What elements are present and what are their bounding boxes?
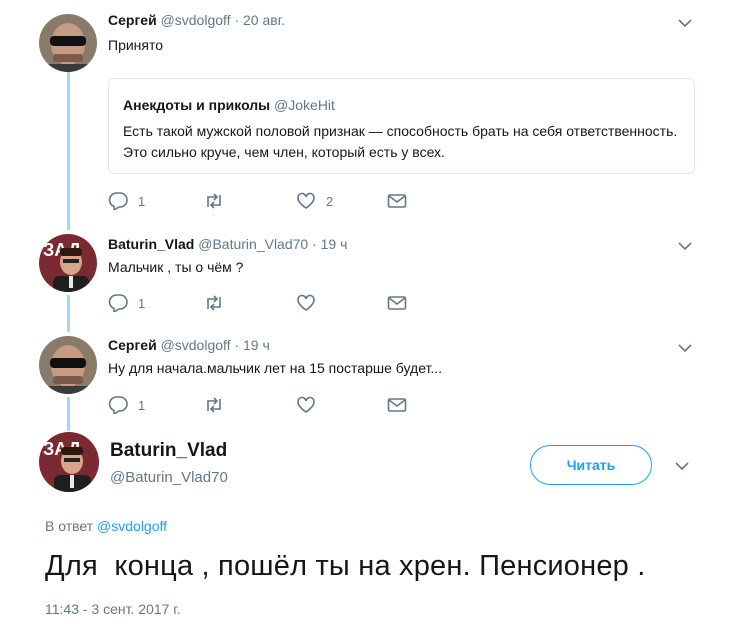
author-name[interactable]: Сергей (108, 12, 157, 28)
envelope-icon (387, 296, 407, 310)
tweet-actions: 1 (108, 293, 428, 313)
author-handle[interactable]: @svdolgoff (161, 337, 231, 353)
tweet-time[interactable]: · 19 ч (312, 236, 347, 252)
chevron-down-icon[interactable] (678, 18, 692, 28)
quoted-header: Анекдоты и приколы @JokeHit (123, 97, 335, 113)
author-handle[interactable]: @Baturin_Vlad70 (198, 236, 308, 252)
reply-count: 1 (138, 193, 146, 209)
chevron-down-icon[interactable] (675, 461, 689, 471)
reply-context: В ответ @svdolgoff (45, 518, 167, 534)
reply-button[interactable]: 1 (108, 293, 145, 313)
reply-count: 1 (138, 295, 146, 311)
thread-line (67, 295, 70, 332)
retweet-button[interactable] (203, 395, 235, 415)
tweet-time[interactable]: · 19 ч (234, 337, 269, 353)
tweet-text: Мальчик , ты о чём ? (108, 259, 244, 275)
message-button[interactable] (387, 395, 407, 415)
retweet-button[interactable] (203, 293, 235, 313)
reply-icon (108, 396, 128, 414)
author-name[interactable]: Сергей (108, 337, 157, 353)
tweet-actions: 1 (108, 395, 428, 415)
avatar[interactable]: ЗАД (39, 234, 97, 292)
main-author-handle[interactable]: @Baturin_Vlad70 (110, 469, 228, 486)
reply-icon (108, 192, 128, 210)
heart-icon (297, 396, 315, 413)
avatar[interactable]: ЗАД (39, 432, 99, 492)
avatar[interactable] (39, 336, 97, 394)
reply-prefix: В ответ (45, 518, 94, 534)
retweet-icon (207, 193, 221, 209)
follow-button[interactable]: Читать (530, 445, 652, 485)
author-handle[interactable]: @svdolgoff (161, 12, 231, 28)
quoted-text: Есть такой мужской половой признак — спо… (123, 123, 678, 160)
main-author-name[interactable]: Baturin_Vlad (110, 440, 227, 462)
retweet-icon (207, 295, 221, 311)
like-button[interactable] (296, 395, 326, 415)
tweet-header: Сергей @svdolgoff · 19 ч (108, 337, 270, 353)
retweet-button[interactable] (203, 191, 235, 211)
chevron-down-icon[interactable] (678, 241, 692, 251)
retweet-icon (207, 397, 221, 413)
message-button[interactable] (387, 191, 407, 211)
tweet-time[interactable]: · 20 авг. (234, 12, 285, 28)
heart-icon (297, 192, 315, 209)
tweet-text: Ну для начала.мальчик лет на 15 постарше… (108, 360, 443, 376)
like-count: 2 (326, 193, 334, 209)
reply-count: 1 (138, 397, 146, 413)
message-button[interactable] (387, 293, 407, 313)
tweet-actions: 1 2 (108, 191, 428, 211)
chevron-down-icon[interactable] (678, 343, 692, 353)
tweet-header: Сергей @svdolgoff · 20 авг. (108, 12, 285, 28)
envelope-icon (387, 194, 407, 208)
heart-icon (297, 294, 315, 311)
author-name[interactable]: Baturin_Vlad (108, 236, 194, 252)
tweet-header: Baturin_Vlad @Baturin_Vlad70 · 19 ч (108, 236, 347, 252)
tweet-text: Принято (108, 37, 164, 53)
thread-line (67, 397, 70, 431)
like-button[interactable]: 2 (296, 191, 333, 211)
thread-line (67, 70, 70, 230)
reply-button[interactable]: 1 (108, 395, 145, 415)
like-button[interactable] (296, 293, 326, 313)
reply-icon (108, 294, 128, 312)
tweet-timestamp[interactable]: 11:43 - 3 сент. 2017 г. (45, 601, 181, 617)
reply-button[interactable]: 1 (108, 191, 145, 211)
avatar[interactable] (39, 14, 97, 72)
quoted-author-name: Анекдоты и приколы (123, 97, 271, 113)
quoted-tweet[interactable]: Анекдоты и приколы @JokeHit Есть такой м… (108, 78, 695, 174)
quoted-author-handle: @JokeHit (274, 97, 335, 113)
main-tweet-text: Для конца , пошёл ты на хрен. Пенсионер … (45, 550, 646, 582)
reply-to-link[interactable]: @svdolgoff (97, 518, 167, 534)
envelope-icon (387, 398, 407, 412)
